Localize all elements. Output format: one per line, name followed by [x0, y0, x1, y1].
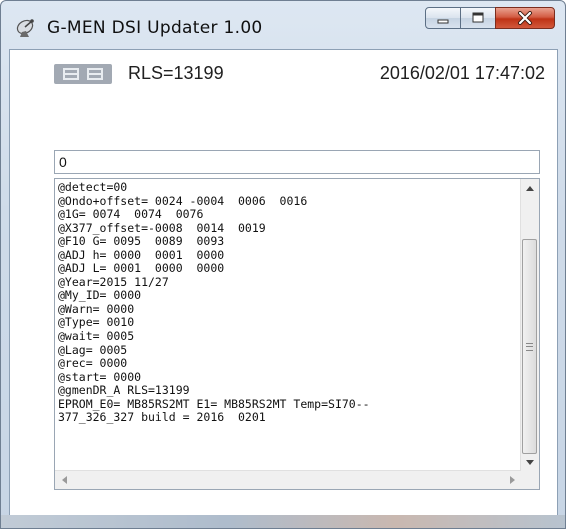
- log-line: @Ondo+offset= 0024 -0004 0006 0016: [58, 193, 308, 208]
- app-window: G-MEN DSI Updater 1.00 RLS=13199 2016/02…: [0, 0, 566, 529]
- horizontal-scrollbar[interactable]: [55, 470, 521, 489]
- log-line: @Type= 0010: [58, 315, 135, 330]
- close-button[interactable]: [495, 7, 555, 29]
- minimize-button[interactable]: [425, 7, 461, 29]
- scrollbar-corner: [521, 471, 539, 489]
- close-icon: [518, 11, 532, 25]
- log-line: @Warn= 0000: [58, 301, 135, 316]
- window-title: G-MEN DSI Updater 1.00: [47, 18, 263, 38]
- scroll-up-arrow-icon[interactable]: [521, 179, 539, 197]
- datetime-label: 2016/02/01 17:47:02: [379, 63, 545, 83]
- log-line: @Year=2015 11/27: [58, 274, 169, 289]
- log-line: @rec= 0000: [58, 356, 128, 371]
- vertical-scroll-thumb[interactable]: [522, 239, 537, 454]
- log-output[interactable]: @detect=00 @Ondo+offset= 0024 -0004 0006 …: [54, 178, 540, 490]
- window-controls: [425, 7, 555, 31]
- log-line: EPROM_E0= MB85RS2MT E1= MB85RS2MT Temp=S…: [58, 396, 370, 411]
- scroll-left-arrow-icon[interactable]: [55, 471, 73, 489]
- maximize-icon: [472, 12, 484, 23]
- log-line: @ADJ L= 0001 0000 0000: [58, 261, 225, 276]
- window-bottom-border: [1, 515, 565, 528]
- log-line: @ADJ h= 0000 0001 0000: [58, 247, 225, 262]
- grip-icon: [526, 342, 533, 351]
- log-line: @F10 G= 0095 0089 0093: [58, 234, 225, 249]
- title-bar[interactable]: G-MEN DSI Updater 1.00: [1, 1, 565, 49]
- rls-label: RLS=13199: [128, 63, 224, 83]
- log-line: @Lag= 0005: [58, 342, 128, 357]
- log-line: @My_ID= 0000: [58, 288, 142, 303]
- log-line: @detect=00: [58, 180, 128, 194]
- log-line: 377_326_327 build = 2016 0201: [58, 410, 266, 425]
- log-line: @X377_offset=-0008 0014 0019: [58, 220, 266, 235]
- maximize-button[interactable]: [460, 7, 496, 29]
- log-line: @start= 0000: [58, 369, 142, 384]
- log-line: @gmenDR_A RLS=13199: [58, 383, 190, 398]
- device-status-icon: [54, 64, 112, 84]
- scroll-right-arrow-icon[interactable]: [503, 471, 521, 489]
- command-input[interactable]: 0: [54, 150, 540, 174]
- log-line: @1G= 0074 0074 0076: [58, 207, 204, 222]
- scroll-down-arrow-icon[interactable]: [521, 453, 539, 471]
- minimize-icon: [437, 19, 449, 24]
- vertical-scrollbar[interactable]: [520, 179, 539, 471]
- client-area: RLS=13199 2016/02/01 17:47:02 0 @detect=…: [9, 49, 558, 517]
- log-text: @detect=00 @Ondo+offset= 0024 -0004 0006 …: [58, 180, 519, 425]
- satellite-dish-icon[interactable]: [15, 18, 37, 38]
- log-line: @wait= 0005: [58, 329, 135, 344]
